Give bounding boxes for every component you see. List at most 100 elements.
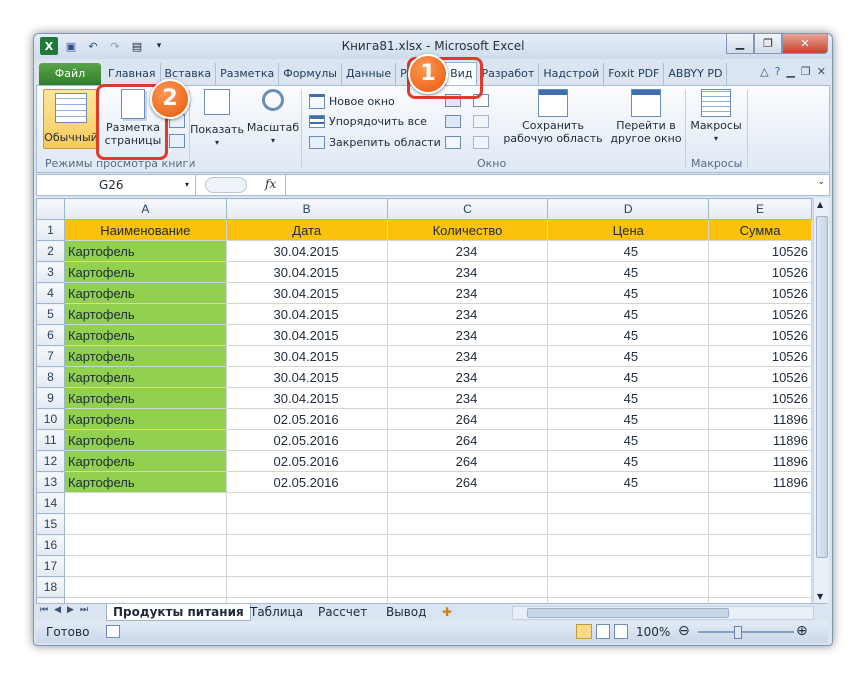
page-layout-status-icon[interactable] [596,624,610,639]
cell[interactable]: 45 [547,324,710,346]
cell[interactable]: 234 [386,345,549,367]
cell[interactable]: 10526 [708,345,812,367]
cell[interactable]: 264 [386,429,549,451]
cell[interactable]: 30.04.2015 [225,387,388,409]
cell[interactable]: 02.05.2016 [225,450,388,472]
tab-foxit[interactable]: Foxit PDF [604,63,665,85]
horizontal-scrollbar[interactable] [512,606,814,620]
last-sheet-icon[interactable]: ⏭ [80,605,88,615]
cell[interactable]: Картофель [63,240,227,262]
row-header[interactable]: 7 [36,345,65,367]
row-header[interactable]: 2 [36,240,65,262]
sync-scrolling-icon[interactable] [473,115,489,128]
cell[interactable]: 234 [386,282,549,304]
cell[interactable] [547,576,710,598]
table-header-cell[interactable]: Цена [547,219,710,241]
expand-formula-icon[interactable]: ⌄ [817,177,825,187]
zoom-slider-knob[interactable] [734,626,742,639]
row-header[interactable]: 6 [36,324,65,346]
cell[interactable] [708,534,812,556]
doc-minimize-icon[interactable]: ▁ [786,65,794,78]
cell[interactable]: 11896 [708,471,812,493]
cell[interactable]: Картофель [63,387,227,409]
row-header[interactable]: 1 [36,219,65,241]
cell[interactable]: Картофель [63,408,227,430]
cell[interactable]: 234 [386,366,549,388]
cell[interactable] [63,492,227,514]
row-header[interactable]: 16 [36,534,65,556]
sheet-tab-table[interactable]: Таблица [244,604,309,620]
cell[interactable]: 10526 [708,282,812,304]
row-header[interactable]: 17 [36,555,65,577]
row-header[interactable]: 9 [36,387,65,409]
sheet-tab-calc[interactable]: Рассчет [312,604,373,620]
cell[interactable] [225,555,388,577]
row-header[interactable]: 8 [36,366,65,388]
cell[interactable]: 30.04.2015 [225,261,388,283]
cell[interactable]: 45 [547,429,710,451]
cell[interactable]: 45 [547,471,710,493]
freeze-panes-button[interactable]: Закрепить области ▾ [309,136,449,149]
full-screen-icon[interactable] [169,134,185,148]
cell[interactable]: 30.04.2015 [225,303,388,325]
minimize-ribbon-icon[interactable]: △ [760,65,768,78]
tab-page-layout[interactable]: Разметка [216,63,280,85]
table-header-cell[interactable]: Сумма [708,219,812,241]
cell[interactable]: 45 [547,261,710,283]
zoom-button[interactable]: Масштаб ▾ [247,89,299,147]
cell[interactable]: 264 [386,471,549,493]
page-break-status-icon[interactable] [614,624,628,639]
doc-restore-icon[interactable]: ❐ [801,65,811,78]
cell[interactable]: 45 [547,282,710,304]
cell[interactable]: 234 [386,261,549,283]
cell[interactable]: 10526 [708,303,812,325]
cell[interactable]: Картофель [63,261,227,283]
insert-sheet-icon[interactable]: ✚ [436,604,458,620]
cell[interactable]: 02.05.2016 [225,471,388,493]
save-workspace-button[interactable]: Сохранить рабочую область [501,89,605,145]
row-header[interactable]: 15 [36,513,65,535]
next-sheet-icon[interactable]: ▶ [67,605,74,615]
cell[interactable]: 45 [547,450,710,472]
column-header[interactable]: D [547,198,710,220]
row-header[interactable]: 10 [36,408,65,430]
cell[interactable]: 234 [386,303,549,325]
cell[interactable] [386,555,549,577]
column-header[interactable]: B [225,198,388,220]
column-header[interactable]: C [386,198,549,220]
zoom-slider[interactable] [698,631,794,633]
cell[interactable] [225,513,388,535]
cell[interactable] [708,576,812,598]
insert-function-icon[interactable]: fx [265,177,276,191]
row-header[interactable]: 4 [36,282,65,304]
cell[interactable]: 30.04.2015 [225,366,388,388]
cell[interactable] [708,492,812,514]
prev-sheet-icon[interactable]: ◀ [54,605,61,615]
zoom-level[interactable]: 100% [636,625,670,639]
cell[interactable]: Картофель [63,345,227,367]
cell[interactable] [63,513,227,535]
row-header[interactable]: 14 [36,492,65,514]
cell[interactable] [547,492,710,514]
cell[interactable] [386,576,549,598]
minimize-button[interactable]: ▁ [726,34,754,54]
unhide-icon[interactable] [445,136,461,149]
cell[interactable] [63,555,227,577]
cell[interactable] [547,534,710,556]
hide-icon[interactable] [445,115,461,128]
cell[interactable]: 11896 [708,450,812,472]
zoom-out-icon[interactable]: ⊖ [678,623,690,639]
cell[interactable] [225,576,388,598]
cell[interactable]: 264 [386,408,549,430]
cell[interactable] [547,513,710,535]
cell[interactable]: 234 [386,240,549,262]
cell[interactable]: 30.04.2015 [225,324,388,346]
cell[interactable]: Картофель [63,471,227,493]
row-header[interactable]: 5 [36,303,65,325]
cell[interactable]: 30.04.2015 [225,282,388,304]
cell[interactable]: 02.05.2016 [225,429,388,451]
worksheet-grid[interactable]: A B C D E 1 Наименование Дата Количество Цен… [36,198,812,603]
select-all-corner[interactable] [36,198,65,220]
cell[interactable] [225,534,388,556]
cell[interactable]: 02.05.2016 [225,408,388,430]
